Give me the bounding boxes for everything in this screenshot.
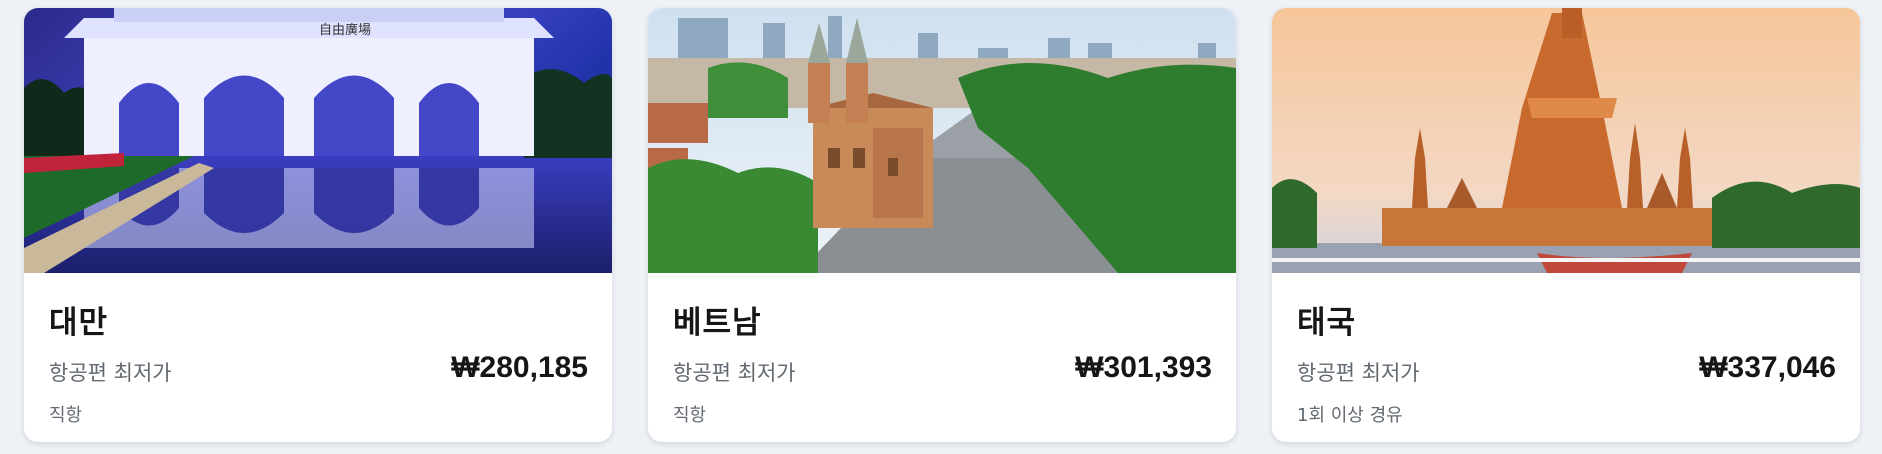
price-label: 항공편 최저가 — [1297, 361, 1420, 385]
card-body: 베트남 항공편 최저가 ₩301,393 직항 — [648, 273, 1236, 442]
card-body: 대만 항공편 최저가 ₩280,185 직항 — [24, 273, 612, 442]
taiwan-photo: 自由廣場 — [24, 8, 612, 273]
route-type: 직항 — [673, 405, 707, 426]
thailand-photo — [1272, 8, 1860, 273]
destination-card-taiwan[interactable]: 自由廣場 대만 항공편 최저가 ₩280,185 직항 — [24, 8, 612, 442]
lowest-price: ₩301,393 — [1075, 351, 1212, 384]
price-label: 항공편 최저가 — [49, 361, 172, 385]
destination-name: 대만 — [49, 305, 109, 341]
destination-card-thailand[interactable]: 태국 항공편 최저가 ₩337,046 1회 이상 경유 — [1272, 8, 1860, 442]
lowest-price: ₩280,185 — [451, 351, 588, 384]
destination-card-vietnam[interactable]: 베트남 항공편 최저가 ₩301,393 직항 — [648, 8, 1236, 442]
destination-name: 베트남 — [673, 305, 762, 341]
route-type: 직항 — [49, 405, 83, 426]
lowest-price: ₩337,046 — [1699, 351, 1836, 384]
destination-name: 태국 — [1297, 305, 1357, 341]
price-label: 항공편 최저가 — [673, 361, 796, 385]
card-body: 태국 항공편 최저가 ₩337,046 1회 이상 경유 — [1272, 273, 1860, 442]
destination-cards: 自由廣場 대만 항공편 최저가 ₩280,185 직항 베트남 항공편 최저가 … — [0, 0, 1882, 454]
route-type: 1회 이상 경유 — [1297, 405, 1403, 426]
vietnam-photo — [648, 8, 1236, 273]
gate-inscription: 自由廣場 — [319, 23, 371, 38]
